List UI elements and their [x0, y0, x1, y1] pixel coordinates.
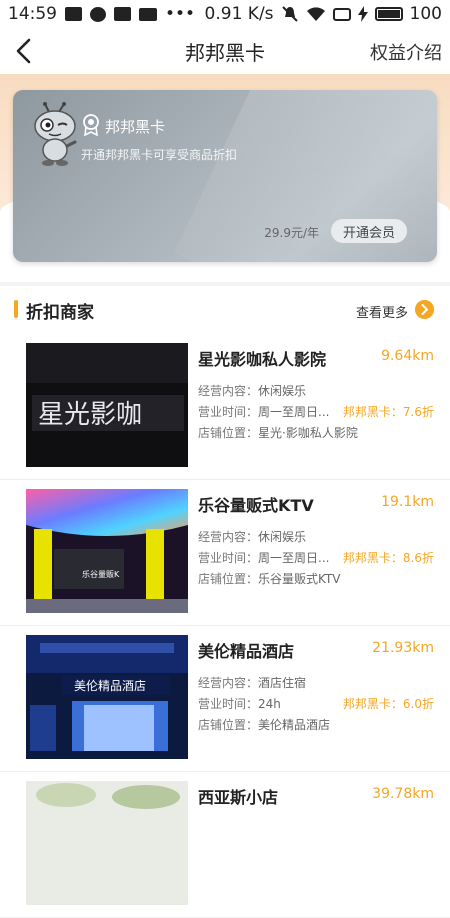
page-title: 邦邦黑卡	[185, 40, 265, 65]
section-title: 折扣商家	[26, 303, 94, 323]
merchant-item[interactable]: 美伦精品酒店 美伦精品酒店 21.93km 经营内容：酒店住宿 营业时间：24h…	[0, 626, 450, 772]
hours-line: 营业时间：周一至周日...	[198, 551, 330, 565]
business-line: 经营内容：休闲娱乐	[198, 530, 307, 544]
discount-label: 邦邦黑卡：8.6折	[342, 551, 434, 565]
cinema-sign-text: 星光影咖	[38, 400, 142, 430]
merchant-distance: 19.1km	[381, 494, 434, 510]
open-membership-button[interactable]: 开通会员	[331, 219, 407, 243]
battery-icon	[374, 7, 403, 21]
benefits-intro-link[interactable]: 权益介绍	[370, 39, 442, 65]
business-line: 经营内容：酒店住宿	[198, 676, 307, 690]
see-more-link[interactable]: 查看更多	[356, 302, 408, 321]
location-line: 店铺位置：乐谷量贩式KTV	[198, 572, 341, 586]
status-bar: 14:59 ••• 0.91 K/s 100	[0, 0, 450, 28]
section-header: 折扣商家 查看更多	[0, 296, 450, 324]
merchant-photo: 乐谷量贩K	[26, 489, 188, 613]
merchant-name: 美伦精品酒店	[198, 642, 295, 661]
network-speed: 0.91 K/s	[204, 4, 274, 24]
card-price: 29.9元/年	[264, 226, 319, 240]
mute-icon	[281, 6, 298, 22]
charging-icon	[357, 6, 368, 22]
location-line: 店铺位置：美伦精品酒店	[198, 718, 331, 732]
wifi-icon	[306, 7, 325, 21]
merchant-distance: 21.93km	[372, 640, 434, 656]
nav-bar: 邦邦黑卡 权益介绍	[0, 28, 450, 74]
card-title: 邦邦黑卡	[105, 118, 166, 136]
ktv-sign-text: 乐谷量贩K	[82, 569, 120, 579]
discount-label: 邦邦黑卡：7.6折	[342, 405, 434, 419]
battery-level: 100	[409, 4, 442, 24]
medal-icon	[83, 114, 99, 136]
merchant-name: 星光影咖私人影院	[198, 350, 327, 369]
location-line: 店铺位置：星光·影咖私人影院	[198, 426, 358, 440]
hours-line: 营业时间：24h	[198, 697, 281, 711]
status-time: 14:59	[8, 4, 57, 24]
business-line: 经营内容：休闲娱乐	[198, 384, 307, 398]
message-icon	[90, 6, 106, 22]
merchant-item[interactable]: 西亚斯小店 39.78km	[0, 772, 450, 918]
more-notifications-icon: •••	[165, 4, 196, 24]
screen-icon	[332, 7, 351, 21]
play-icon	[65, 7, 82, 21]
merchant-name: 西亚斯小店	[198, 788, 279, 807]
section-divider	[0, 282, 450, 286]
mascot-icon	[34, 102, 77, 166]
merchant-name: 乐谷量贩式KTV	[198, 496, 314, 515]
merchant-list: 星光影咖 星光影咖私人影院 9.64km 经营内容：休闲娱乐 营业时间：周一至周…	[0, 334, 450, 918]
back-icon[interactable]	[10, 36, 40, 66]
hotel-sign-text: 美伦精品酒店	[74, 678, 146, 693]
discount-label: 邦邦黑卡：6.0折	[342, 697, 434, 711]
merchant-item[interactable]: 乐谷量贩K 乐谷量贩式KTV 19.1km 经营内容：休闲娱乐 营业时间：周一至…	[0, 480, 450, 626]
merchant-photo: 美伦精品酒店	[26, 635, 188, 759]
card-subtitle: 开通邦邦黑卡可享受商品折扣	[81, 148, 238, 162]
section-accent-bar	[14, 300, 18, 318]
member-card: 邦邦黑卡 开通邦邦黑卡可享受商品折扣 29.9元/年 开通会员	[13, 90, 437, 262]
chevron-right-icon[interactable]	[415, 300, 434, 319]
merchant-item[interactable]: 星光影咖 星光影咖私人影院 9.64km 经营内容：休闲娱乐 营业时间：周一至周…	[0, 334, 450, 480]
merchant-distance: 9.64km	[381, 348, 434, 364]
mail-icon	[114, 7, 131, 21]
hours-line: 营业时间：周一至周日...	[198, 405, 330, 419]
news-icon	[139, 7, 157, 21]
merchant-photo: 星光影咖	[26, 343, 188, 467]
